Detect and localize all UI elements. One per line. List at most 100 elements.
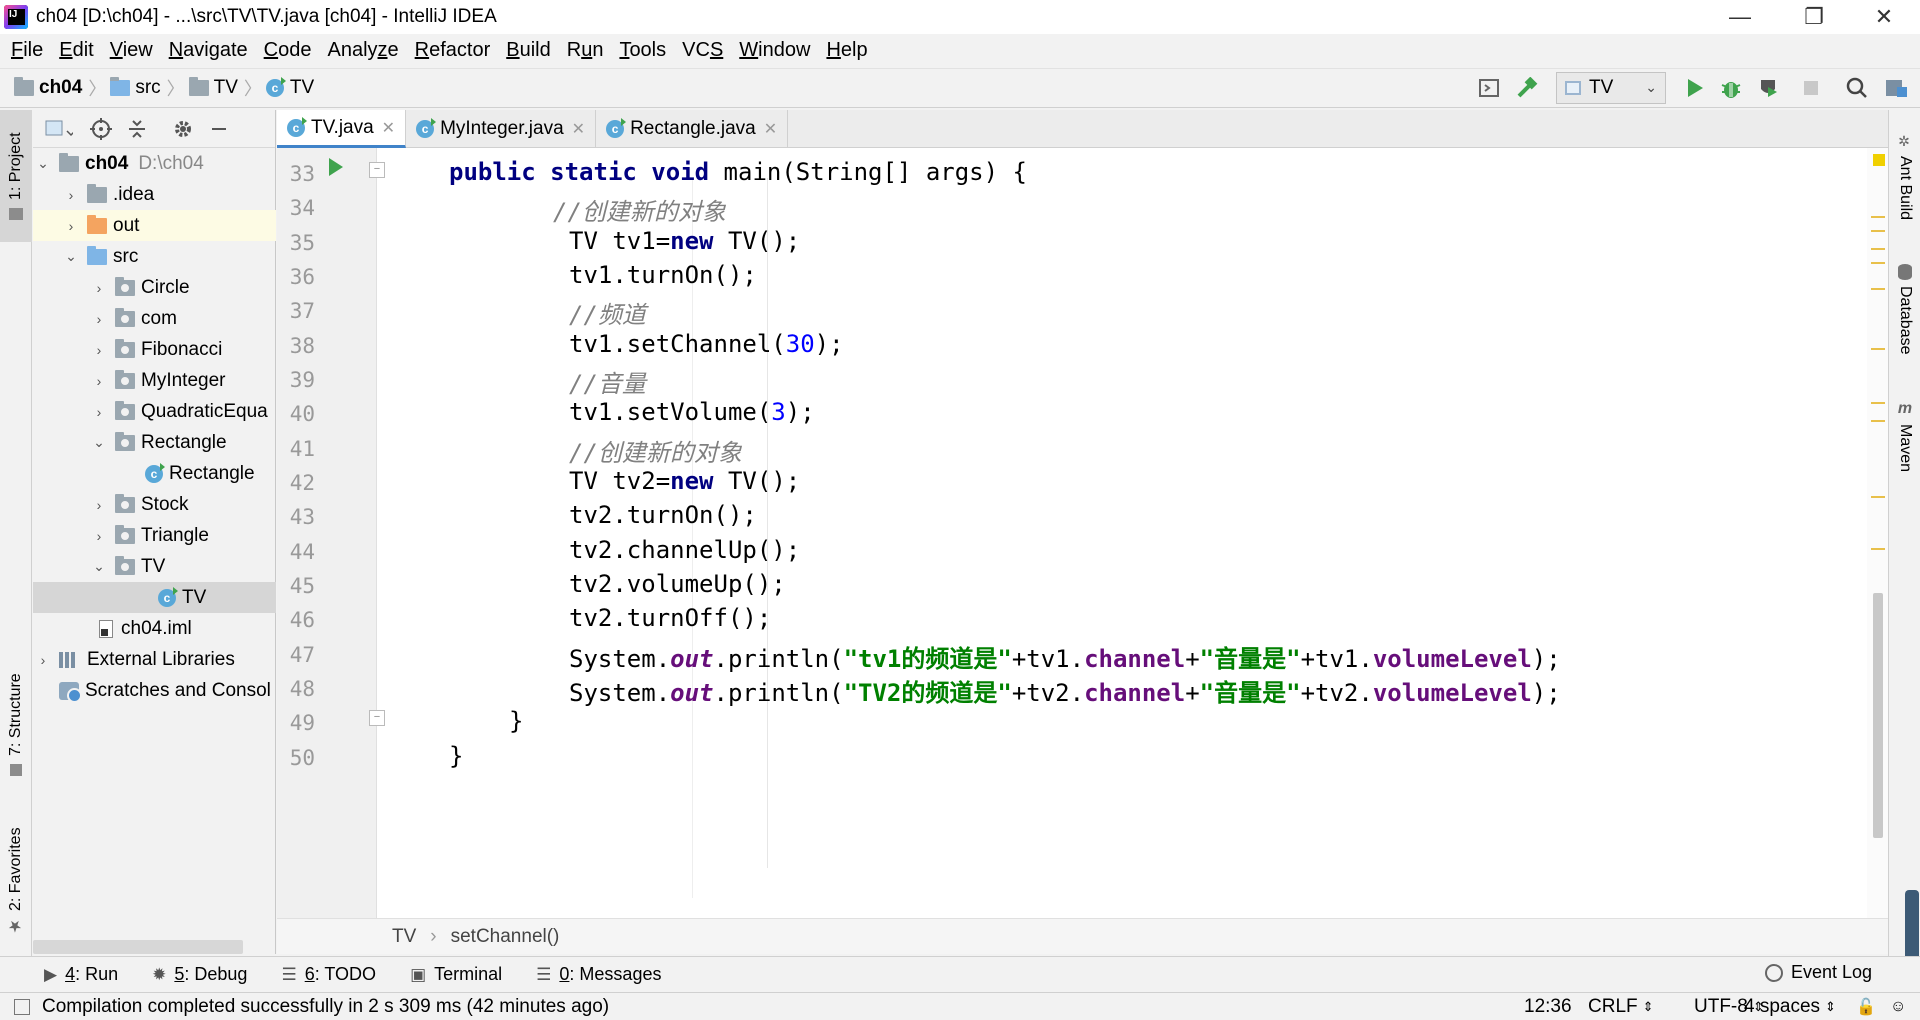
left-tool-stripe: 1: Project 7: Structure ★ 2: Favorites (0, 110, 32, 990)
menu-analyze[interactable]: Analyze (322, 39, 403, 62)
run-icon[interactable] (1682, 74, 1708, 102)
hide-panel-icon[interactable] (205, 115, 233, 143)
tab-myinteger-java[interactable]: c MyInteger.java ✕ (406, 110, 597, 148)
build-hammer-icon[interactable] (1514, 74, 1540, 102)
nav-crumb-class[interactable]: c TV (265, 77, 314, 99)
debug-tool-tab[interactable]: ✹ 5: Debug (152, 964, 247, 985)
menu-help[interactable]: Help (821, 39, 872, 62)
tree-item-external-libraries[interactable]: › External Libraries (33, 644, 276, 675)
warning-mark[interactable] (1871, 402, 1885, 404)
menu-file[interactable]: File (6, 39, 48, 62)
tree-item-ch04[interactable]: ⌄ ch04 D:\ch04 (33, 148, 276, 179)
menu-refactor[interactable]: Refactor (410, 39, 496, 62)
maven-tool-tab[interactable]: m Maven (1889, 386, 1920, 486)
nav-crumb-src[interactable]: src (110, 77, 161, 99)
tree-item-rectangle-class[interactable]: c Rectangle (33, 458, 276, 489)
line-number: 39 (289, 368, 315, 392)
nav-crumb-project[interactable]: ch04 (14, 77, 82, 99)
package-icon (115, 338, 135, 358)
tree-item-scratches[interactable]: Scratches and Consol (33, 675, 276, 706)
fold-marker-icon[interactable]: − (369, 710, 385, 726)
open-project-structure-icon[interactable] (1476, 74, 1502, 102)
ant-build-tool-tab[interactable]: ✲ Ant Build (1889, 122, 1920, 232)
warning-mark[interactable] (1871, 248, 1885, 250)
event-log-tool-tab[interactable]: Event Log (1764, 962, 1872, 983)
database-tool-tab[interactable]: Database (1889, 254, 1920, 364)
inspector-icon[interactable]: ☺ (1890, 993, 1906, 1020)
run-with-coverage-icon[interactable] (1756, 74, 1782, 102)
horizontal-scrollbar[interactable] (33, 940, 243, 954)
toggle-tool-windows-icon[interactable] (14, 998, 30, 1015)
terminal-tool-tab[interactable]: ▣ Terminal (410, 964, 502, 985)
menu-run[interactable]: Run (562, 39, 609, 62)
tree-item-ch04-iml[interactable]: ch04.iml (33, 613, 276, 644)
menu-tools[interactable]: Tools (614, 39, 671, 62)
lock-icon[interactable]: 🔓 (1856, 993, 1876, 1020)
tree-item-tv-package[interactable]: ⌄ TV (33, 551, 276, 582)
tree-item-out[interactable]: › out (33, 210, 276, 241)
tree-item-stock[interactable]: › Stock (33, 489, 276, 520)
messages-tool-tab[interactable]: ☰ 0: Messages (536, 964, 661, 985)
line-separator-select[interactable]: CRLF ⇕ (1588, 993, 1654, 1020)
tree-item-fibonacci[interactable]: › Fibonacci (33, 334, 276, 365)
menu-vcs[interactable]: VCS (677, 39, 728, 62)
debug-icon[interactable] (1718, 74, 1744, 102)
warning-mark[interactable] (1871, 496, 1885, 498)
tree-item-myinteger[interactable]: › MyInteger (33, 365, 276, 396)
stop-icon[interactable] (1798, 74, 1824, 102)
todo-tool-tab[interactable]: ☰ 6: TODO (281, 964, 376, 985)
warning-mark[interactable] (1871, 262, 1885, 264)
tab-tv-java[interactable]: c TV.java ✕ (277, 110, 407, 148)
tab-rectangle-java[interactable]: c Rectangle.java ✕ (596, 110, 789, 148)
tree-item-tv-class[interactable]: c TV (33, 582, 276, 613)
gear-icon[interactable] (169, 115, 197, 143)
locate-file-icon[interactable] (87, 115, 115, 143)
tree-item-quadraticequation[interactable]: › QuadraticEqua (33, 396, 276, 427)
tree-item-idea[interactable]: › .idea (33, 179, 276, 210)
warning-mark[interactable] (1871, 230, 1885, 232)
nav-crumb-package[interactable]: TV (188, 77, 238, 99)
close-tab-icon[interactable]: ✕ (382, 118, 395, 138)
warning-mark[interactable] (1871, 548, 1885, 550)
status-message[interactable]: Compilation completed successfully in 2 … (42, 996, 609, 1018)
restore-button[interactable]: ❐ (1784, 0, 1844, 34)
caret-position[interactable]: 12:36 (1524, 993, 1572, 1020)
close-button[interactable]: ✕ (1854, 0, 1914, 34)
code-editor[interactable]: 33 34 35 36 37 38 39 40 41 42 43 44 45 4… (277, 148, 1888, 918)
run-configuration-select[interactable]: TV ⌄ (1556, 72, 1666, 104)
close-tab-icon[interactable]: ✕ (572, 119, 585, 139)
vertical-scrollbar[interactable] (1873, 593, 1883, 838)
inspection-status-icon[interactable] (1873, 154, 1885, 166)
menu-window[interactable]: Window (734, 39, 815, 62)
line-number: 35 (289, 231, 315, 255)
project-structure-icon[interactable] (1884, 74, 1910, 102)
menu-navigate[interactable]: Navigate (164, 39, 253, 62)
tree-item-com[interactable]: › com (33, 303, 276, 334)
warning-mark[interactable] (1871, 420, 1885, 422)
structure-tool-tab[interactable]: 7: Structure (0, 660, 32, 790)
run-tool-tab[interactable]: ▶ 4: Run (44, 964, 118, 985)
collapse-all-icon[interactable] (123, 115, 151, 143)
breadcrumb-method[interactable]: setChannel() (451, 926, 560, 948)
indent-select[interactable]: 4 spaces ⇕ (1744, 993, 1836, 1020)
close-tab-icon[interactable]: ✕ (764, 119, 777, 139)
project-tool-tab[interactable]: 1: Project (0, 110, 32, 242)
run-main-gutter-icon[interactable] (329, 158, 343, 176)
menu-build[interactable]: Build (501, 39, 555, 62)
view-mode-dropdown[interactable] (45, 115, 73, 143)
menu-view[interactable]: View (105, 39, 158, 62)
favorites-tool-tab[interactable]: ★ 2: Favorites (0, 822, 32, 942)
warning-mark[interactable] (1871, 348, 1885, 350)
tree-item-src[interactable]: ⌄ src (33, 241, 276, 272)
warning-mark[interactable] (1871, 288, 1885, 290)
tree-item-rectangle-package[interactable]: ⌄ Rectangle (33, 427, 276, 458)
warning-mark[interactable] (1871, 216, 1885, 218)
fold-marker-icon[interactable]: − (369, 162, 385, 178)
menu-edit[interactable]: Edit (54, 39, 98, 62)
search-icon[interactable] (1844, 74, 1870, 102)
minimize-button[interactable]: — (1710, 0, 1770, 34)
breadcrumb-class[interactable]: TV (392, 926, 416, 948)
tree-item-circle[interactable]: › Circle (33, 272, 276, 303)
menu-code[interactable]: Code (259, 39, 317, 62)
tree-item-triangle[interactable]: › Triangle (33, 520, 276, 551)
